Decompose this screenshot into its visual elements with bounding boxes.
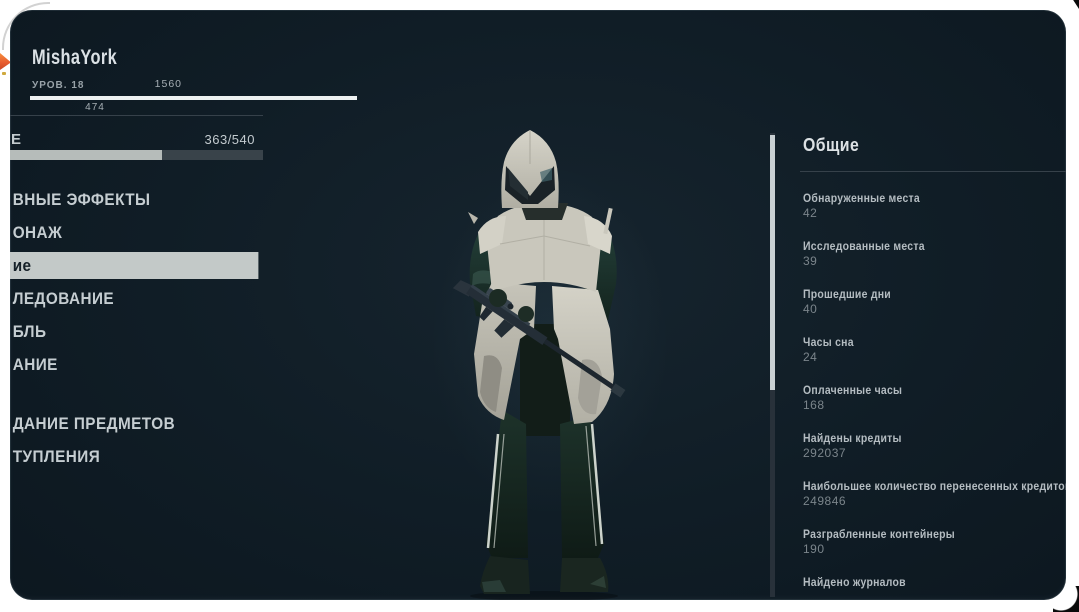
stat-label: Разграбленные контейнеры xyxy=(803,527,955,541)
stat-value: 40 xyxy=(803,302,818,316)
player-name: MishaYork xyxy=(32,46,118,69)
stat-row: Наибольшее количество перенесенных креди… xyxy=(803,479,1066,527)
stat-row: Часы сна 24 xyxy=(803,335,1066,383)
menu-item[interactable]: ДАНИЕ ПРЕДМЕТОВ xyxy=(10,410,244,437)
stat-value: 24 xyxy=(803,350,818,364)
stat-value: 168 xyxy=(803,398,825,412)
health-bar xyxy=(10,150,263,160)
stat-label: Наибольшее количество перенесенных креди… xyxy=(803,479,1066,493)
stat-row: Обнаруженные места 42 xyxy=(803,191,1066,239)
xp-total-value: 1560 xyxy=(154,78,182,90)
menu-item[interactable]: ЛЕДОВАНИЕ xyxy=(10,285,244,312)
stat-row: Разграбленные контейнеры 190 xyxy=(803,527,1066,575)
character-model xyxy=(452,130,626,600)
player-level: УРОВ. 18 xyxy=(32,80,85,91)
stat-row: Найдено журналов xyxy=(803,575,1066,600)
xp-bar-fill xyxy=(30,96,358,100)
menu-item[interactable]: ВНЫЕ ЭФФЕКТЫ xyxy=(10,186,244,213)
game-window: MishaYork УРОВ. 18 1560 474 Е 363/540 ВН… xyxy=(10,10,1066,600)
stat-value: 292037 xyxy=(803,446,847,460)
stats-scrollbar-thumb[interactable] xyxy=(770,135,775,390)
stat-value: 249846 xyxy=(803,494,847,508)
health-bar-fill xyxy=(10,150,162,160)
menu-item[interactable]: ТУПЛЕНИЯ xyxy=(10,443,244,470)
menu-item[interactable]: ОНАЖ xyxy=(10,219,244,246)
menu-item[interactable]: ие xyxy=(10,252,259,279)
divider xyxy=(10,115,263,116)
stat-row: Оплаченные часы 168 xyxy=(803,383,1066,431)
stat-label: Оплаченные часы xyxy=(803,383,903,397)
health-value: 363/540 xyxy=(204,132,255,147)
stats-list: Обнаруженные места 42 Исследованные места 3… xyxy=(803,191,1066,600)
stat-value: 42 xyxy=(803,206,818,220)
stat-row: Найдены кредиты 292037 xyxy=(803,431,1066,479)
stats-scrollbar[interactable] xyxy=(770,133,775,597)
stat-label: Обнаруженные места xyxy=(803,191,920,205)
stat-label: Часы сна xyxy=(803,335,854,349)
stat-label: Найдено журналов xyxy=(803,575,906,589)
stat-label: Исследованные места xyxy=(803,239,925,253)
health-label-fragment: Е xyxy=(11,131,22,148)
stat-value: 190 xyxy=(803,542,825,556)
menu-item[interactable]: АНИЕ xyxy=(10,351,244,378)
stat-row: Исследованные места 39 xyxy=(803,239,1066,287)
logo-dot-icon xyxy=(2,72,6,75)
stats-panel-title: Общие xyxy=(803,135,860,155)
screenshot-corner-artifact xyxy=(1073,0,1079,9)
stat-value: 39 xyxy=(803,254,818,268)
stat-row: Прошедшие дни 40 xyxy=(803,287,1066,335)
stat-label: Найдены кредиты xyxy=(803,431,902,445)
stat-label: Прошедшие дни xyxy=(803,287,891,301)
xp-current-value: 474 xyxy=(85,102,105,113)
divider xyxy=(800,171,1066,172)
stats-menu: ВНЫЕ ЭФФЕКТЫ ОНАЖ ие ЛЕДОВАНИЕ БЛЬ АНИЕ ДАНИЕ … xyxy=(10,186,270,476)
menu-item[interactable]: БЛЬ xyxy=(10,318,244,345)
